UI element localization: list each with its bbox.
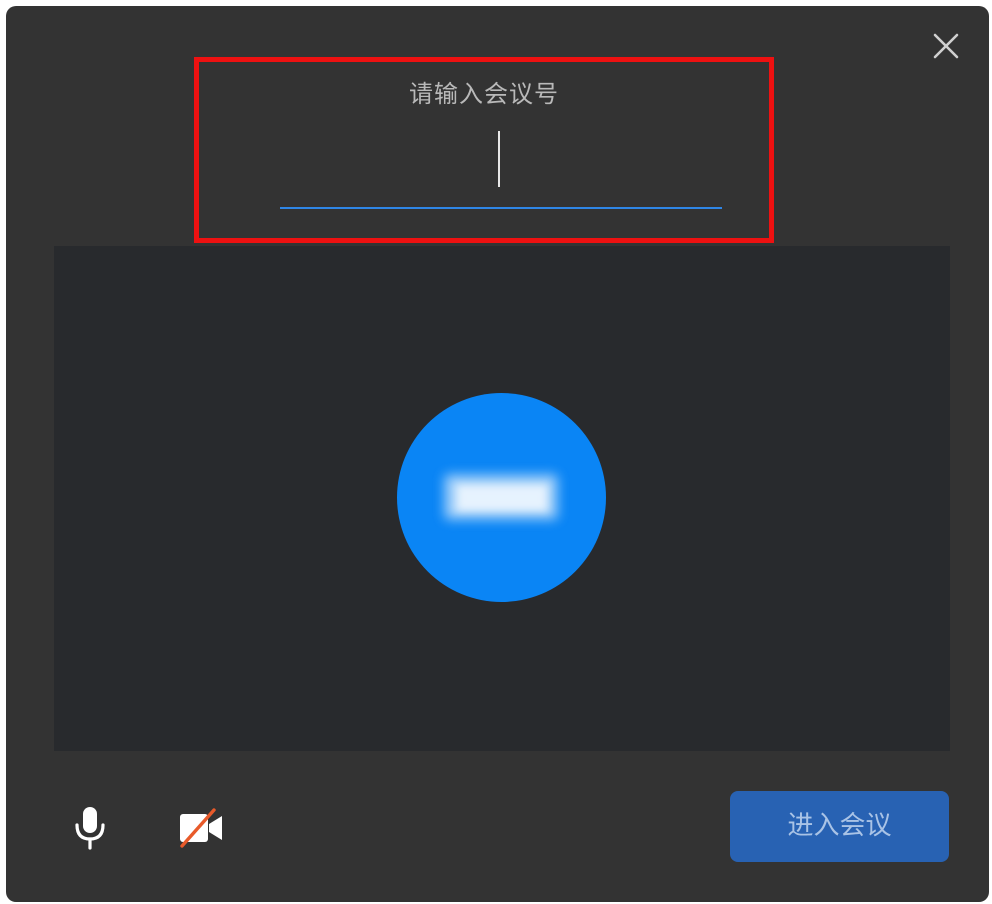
blurred-name-highlight <box>457 485 547 511</box>
microphone-icon <box>75 807 105 850</box>
close-button[interactable] <box>926 26 966 66</box>
close-icon <box>933 33 959 59</box>
microphone-toggle-button[interactable] <box>72 805 108 851</box>
join-meeting-button[interactable]: 进入会议 <box>730 791 949 862</box>
avatar <box>397 393 606 602</box>
camera-toggle-button[interactable] <box>178 808 224 848</box>
highlight-box <box>194 57 774 243</box>
camera-off-icon <box>180 808 222 848</box>
